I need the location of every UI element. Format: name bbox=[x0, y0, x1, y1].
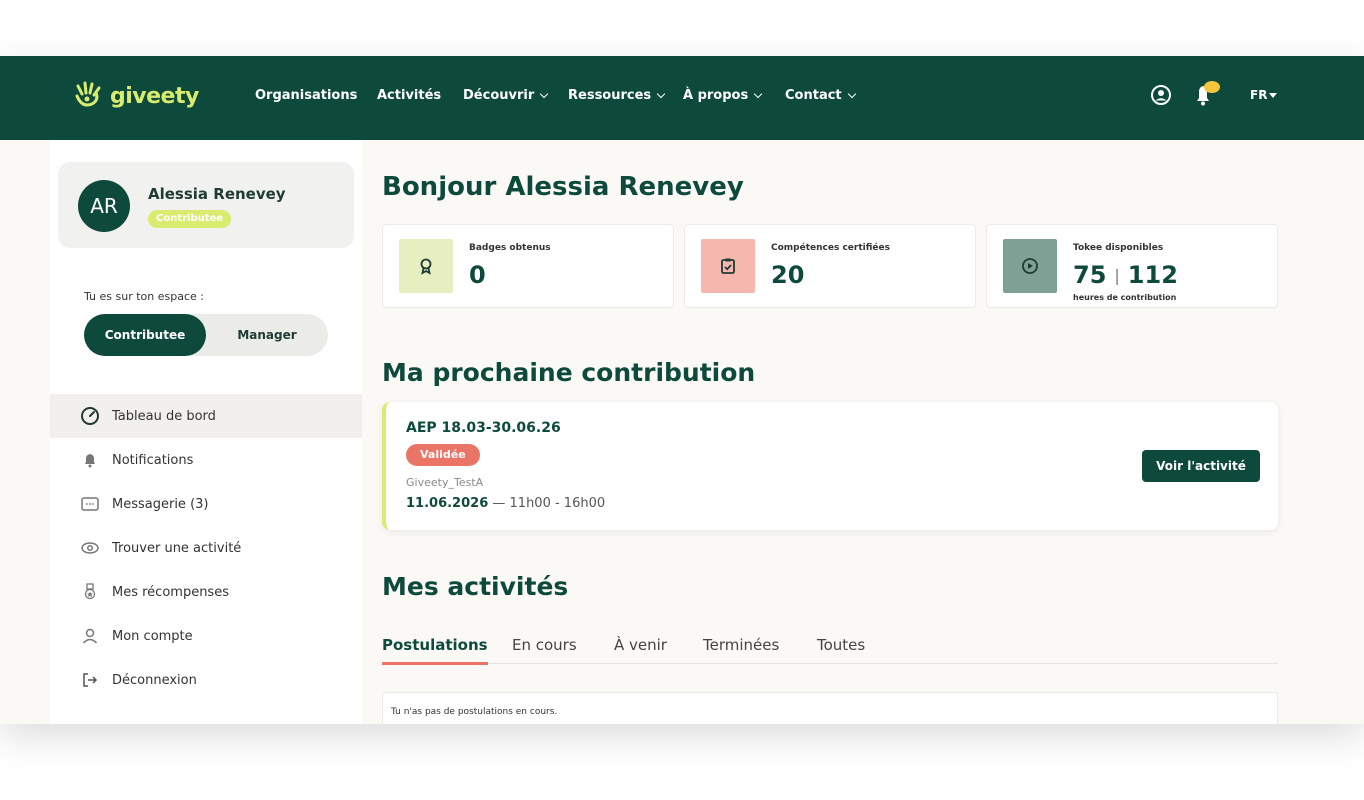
profile-name: Alessia Renevey bbox=[148, 185, 286, 203]
sidebar: AR Alessia Renevey Contributee Tu es sur… bbox=[50, 140, 362, 724]
clipboard-check-icon bbox=[701, 239, 755, 293]
sidebar-item-label: Trouver une activité bbox=[112, 540, 242, 556]
sidebar-item-label: Mon compte bbox=[112, 628, 193, 644]
tab-toutes[interactable]: Toutes bbox=[817, 636, 865, 662]
empty-message: Tu n'as pas de postulations en cours. bbox=[391, 707, 558, 717]
sidebar-item-trouver-activite[interactable]: Trouver une activité bbox=[50, 526, 362, 570]
stat-card-competences: Compétences certifiées 20 bbox=[684, 224, 976, 308]
activity-time: — 11h00 - 16h00 bbox=[492, 496, 606, 511]
nav-item-contact[interactable]: Contact bbox=[785, 88, 856, 103]
chevron-down-icon bbox=[540, 89, 549, 99]
divider: | bbox=[1114, 265, 1120, 285]
page-title: Bonjour Alessia Renevey bbox=[382, 172, 744, 202]
main-content: Bonjour Alessia Renevey Badges obtenus 0… bbox=[362, 140, 1298, 724]
activity-title: AEP 18.03-30.06.26 bbox=[406, 420, 561, 436]
stat-label: Tokee disponibles bbox=[1073, 243, 1164, 253]
nav-item-decouvrir[interactable]: Découvrir bbox=[463, 88, 549, 103]
logo[interactable]: giveety bbox=[72, 78, 199, 114]
stat-value: 75 | 112 bbox=[1073, 261, 1178, 289]
language-selector[interactable]: FR bbox=[1250, 88, 1278, 102]
stat-sublabel: heures de contribution bbox=[1073, 293, 1177, 302]
postulations-list: Tu n'as pas de postulations en cours. bbox=[382, 692, 1278, 724]
nav-item-a-propos[interactable]: À propos bbox=[683, 88, 763, 103]
section-title-activities: Mes activités bbox=[382, 572, 569, 601]
user-icon bbox=[80, 626, 100, 646]
app-window: giveety Organisations Activités Découvri… bbox=[0, 56, 1364, 724]
sidebar-item-label: Mes récompenses bbox=[112, 584, 229, 600]
chevron-down-icon bbox=[753, 89, 763, 99]
bell-icon[interactable] bbox=[1190, 78, 1222, 114]
profile-card: AR Alessia Renevey Contributee bbox=[58, 162, 354, 248]
status-badge: Validée bbox=[406, 444, 480, 466]
stat-card-badges: Badges obtenus 0 bbox=[382, 224, 674, 308]
sidebar-item-mon-compte[interactable]: Mon compte bbox=[50, 614, 362, 658]
tab-postulations[interactable]: Postulations bbox=[382, 636, 488, 665]
nav-item-ressources[interactable]: Ressources bbox=[568, 88, 666, 103]
tab-a-venir[interactable]: À venir bbox=[614, 636, 667, 662]
avatar: AR bbox=[78, 180, 130, 232]
reward-icon bbox=[80, 582, 100, 602]
chevron-down-icon bbox=[656, 89, 666, 99]
tab-terminees[interactable]: Terminées bbox=[703, 636, 779, 662]
sidebar-item-recompenses[interactable]: Mes récompenses bbox=[50, 570, 362, 614]
sidebar-item-label: Déconnexion bbox=[112, 672, 197, 688]
token-icon bbox=[1003, 239, 1057, 293]
sidebar-item-messagerie[interactable]: Messagerie (3) bbox=[50, 482, 362, 526]
organization-name: Giveety_TestA bbox=[406, 476, 484, 489]
logout-icon bbox=[80, 670, 100, 690]
stat-value: 20 bbox=[771, 261, 805, 289]
bell-icon bbox=[80, 450, 100, 470]
sidebar-item-label: Notifications bbox=[112, 452, 194, 468]
stat-value: 0 bbox=[469, 261, 486, 289]
space-toggle: Contributee Manager bbox=[84, 314, 328, 356]
logo-icon bbox=[72, 78, 104, 114]
dashboard-icon bbox=[80, 406, 100, 426]
view-activity-button[interactable]: Voir l'activité bbox=[1142, 450, 1260, 482]
user-circle-icon[interactable] bbox=[1150, 84, 1172, 110]
nav-item-organisations[interactable]: Organisations bbox=[255, 88, 357, 103]
activity-datetime: 11.06.2026 — 11h00 - 16h00 bbox=[406, 496, 605, 511]
sidebar-item-tableau-de-bord[interactable]: Tableau de bord bbox=[50, 394, 362, 438]
chevron-down-icon bbox=[847, 89, 856, 99]
toggle-manager[interactable]: Manager bbox=[206, 314, 328, 356]
activity-date: 11.06.2026 bbox=[406, 496, 489, 511]
sidebar-item-label: Tableau de bord bbox=[112, 408, 216, 424]
stat-card-tokee: Tokee disponibles 75 | 112 heures de con… bbox=[986, 224, 1278, 308]
sidebar-item-notifications[interactable]: Notifications bbox=[50, 438, 362, 482]
sidebar-item-deconnexion[interactable]: Déconnexion bbox=[50, 658, 362, 702]
role-badge: Contributee bbox=[148, 210, 232, 228]
sidebar-menu: Tableau de bord Notifications Messagerie… bbox=[50, 394, 362, 702]
stat-label: Compétences certifiées bbox=[771, 243, 890, 253]
section-title-next-contribution: Ma prochaine contribution bbox=[382, 358, 756, 387]
award-icon bbox=[399, 239, 453, 293]
toggle-contributee[interactable]: Contributee bbox=[84, 314, 206, 356]
tab-en-cours[interactable]: En cours bbox=[512, 636, 577, 662]
stat-label: Badges obtenus bbox=[469, 243, 551, 253]
top-navbar: giveety Organisations Activités Découvri… bbox=[0, 56, 1364, 140]
message-icon bbox=[80, 494, 100, 514]
nav-item-activites[interactable]: Activités bbox=[377, 88, 441, 103]
eye-icon bbox=[80, 538, 100, 558]
caret-down-icon bbox=[1269, 92, 1278, 98]
space-label: Tu es sur ton espace : bbox=[84, 290, 204, 303]
sidebar-item-label: Messagerie (3) bbox=[112, 496, 209, 512]
contribution-card: AEP 18.03-30.06.26 Validée Giveety_TestA… bbox=[382, 402, 1278, 530]
logo-text: giveety bbox=[110, 83, 199, 109]
activity-tabs: Postulations En cours À venir Terminées … bbox=[382, 630, 1278, 665]
